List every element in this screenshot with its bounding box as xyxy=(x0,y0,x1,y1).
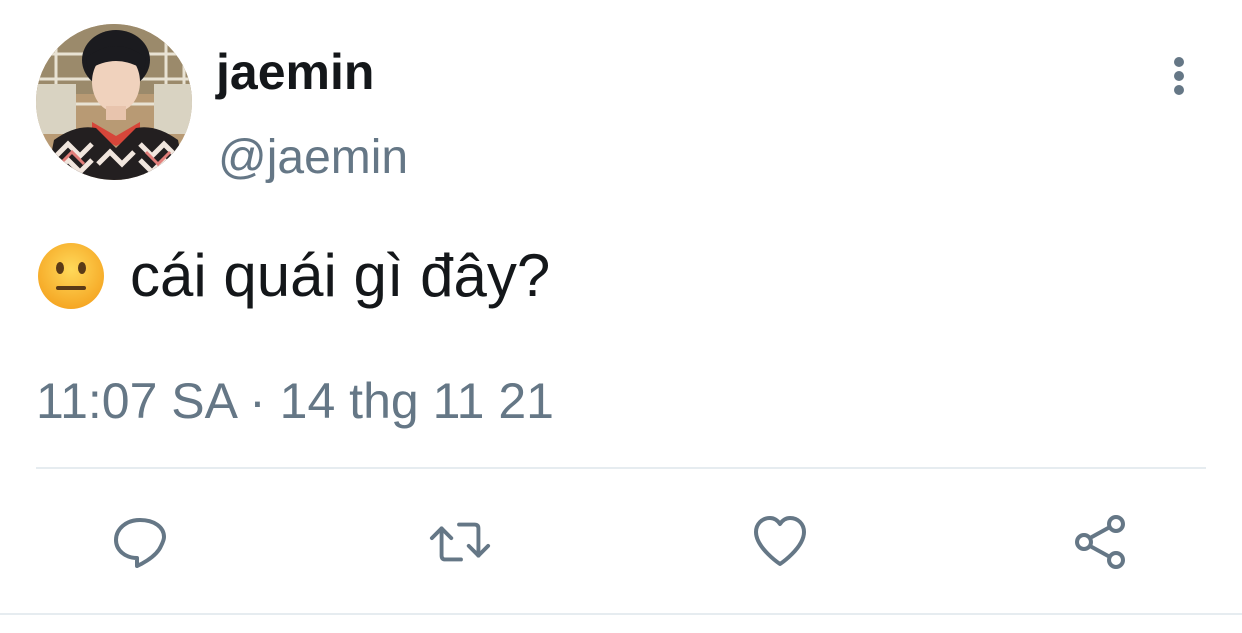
avatar-image xyxy=(36,24,192,180)
user-handle[interactable]: @jaemin xyxy=(218,126,408,190)
avatar[interactable] xyxy=(36,24,192,180)
reply-button[interactable] xyxy=(108,510,172,574)
tweet-timestamp[interactable]: 11:07 SA · 14 thg 11 21 xyxy=(36,366,554,436)
display-name[interactable]: jaemin xyxy=(216,40,374,104)
share-button[interactable] xyxy=(1068,510,1132,574)
neutral-face-emoji-icon xyxy=(38,243,104,309)
bottom-divider xyxy=(0,613,1242,615)
more-options-button[interactable] xyxy=(1158,52,1200,100)
reply-icon xyxy=(114,518,166,568)
heart-icon xyxy=(754,516,806,566)
more-vertical-icon xyxy=(1174,57,1184,95)
tweet-text: cái quái gì đây? xyxy=(36,236,550,316)
retweet-icon xyxy=(429,522,491,562)
like-button[interactable] xyxy=(748,510,812,574)
retweet-button[interactable] xyxy=(428,510,492,574)
divider xyxy=(36,467,1206,469)
share-icon xyxy=(1075,515,1125,569)
tweet-body: cái quái gì đây? xyxy=(130,242,551,309)
